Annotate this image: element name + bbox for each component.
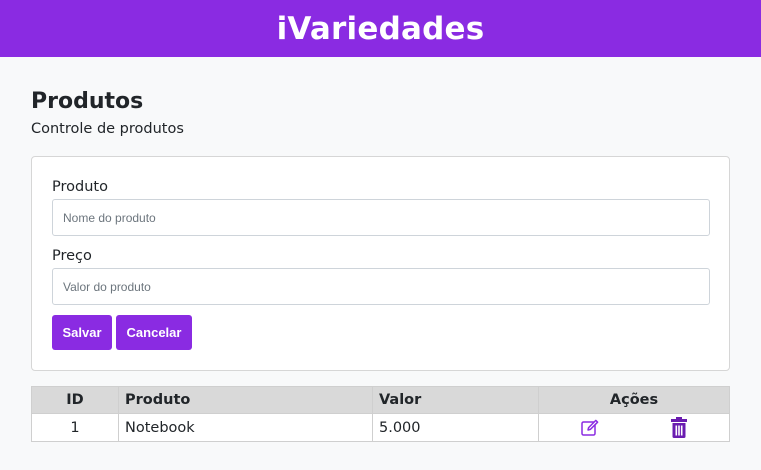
column-header-product: Produto — [118, 386, 373, 414]
table-row: 1 Notebook 5.000 — [31, 413, 730, 442]
price-label: Preço — [52, 248, 92, 264]
table-header-row: ID Produto Valor Ações — [31, 386, 730, 414]
column-header-value: Valor — [372, 386, 539, 414]
product-form-card: Produto Preço Salvar Cancelar — [31, 156, 730, 371]
product-name-input[interactable] — [52, 199, 710, 236]
cell-product: Notebook — [118, 413, 373, 442]
navbar: iVariedades — [0, 0, 761, 57]
cancel-button[interactable]: Cancelar — [116, 315, 192, 350]
page-title: Produtos — [31, 89, 144, 114]
column-header-id: ID — [31, 386, 119, 414]
product-label: Produto — [52, 179, 108, 195]
products-table: ID Produto Valor Ações 1 Notebook 5.000 — [31, 386, 730, 442]
page-subtitle: Controle de produtos — [31, 121, 184, 137]
cell-actions — [538, 413, 730, 442]
column-header-actions: Ações — [538, 386, 730, 414]
trash-icon[interactable] — [668, 416, 690, 439]
brand-title[interactable]: iVariedades — [277, 11, 485, 47]
edit-icon[interactable] — [579, 417, 601, 439]
cell-id: 1 — [31, 413, 119, 442]
product-price-input[interactable] — [52, 268, 710, 305]
save-button[interactable]: Salvar — [52, 315, 112, 350]
cell-value: 5.000 — [372, 413, 539, 442]
